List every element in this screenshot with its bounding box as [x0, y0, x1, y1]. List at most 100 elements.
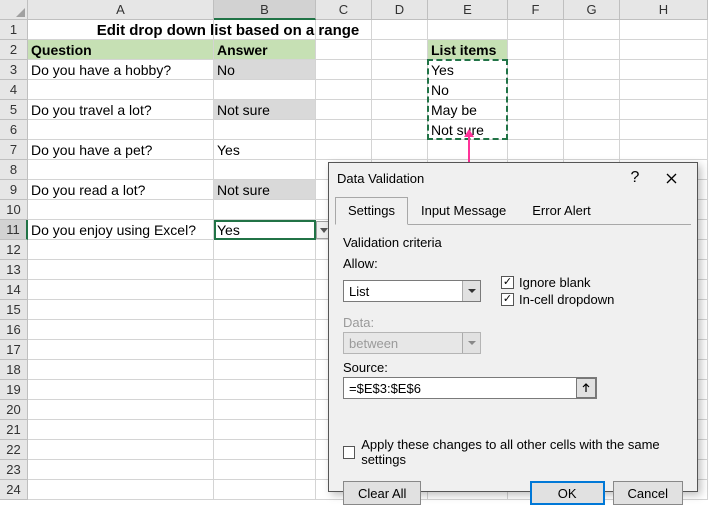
row-header-6[interactable]: 6 [0, 120, 28, 140]
cell-A13[interactable] [28, 260, 214, 280]
cell-H7[interactable] [620, 140, 708, 160]
cell-F2[interactable] [508, 40, 564, 60]
col-header-F[interactable]: F [508, 0, 564, 20]
col-header-G[interactable]: G [564, 0, 620, 20]
col-header-E[interactable]: E [428, 0, 508, 20]
cell-D3[interactable] [372, 60, 428, 80]
collapse-dialog-button[interactable] [576, 378, 596, 398]
cell-H1[interactable] [620, 20, 708, 40]
source-input[interactable]: =$E$3:$E$6 [343, 377, 597, 399]
cell-B24[interactable] [214, 480, 316, 500]
cell-B20[interactable] [214, 400, 316, 420]
cell-F6[interactable] [508, 120, 564, 140]
col-header-B[interactable]: B [214, 0, 316, 20]
cell-B1[interactable] [214, 20, 316, 40]
row-header-11[interactable]: 11 [0, 220, 28, 240]
cell-B8[interactable] [214, 160, 316, 180]
cell-B14[interactable] [214, 280, 316, 300]
col-header-A[interactable]: A [28, 0, 214, 20]
cell-C2[interactable] [316, 40, 372, 60]
cell-C3[interactable] [316, 60, 372, 80]
cell-A11[interactable]: Do you enjoy using Excel? [28, 220, 214, 240]
cell-B7[interactable]: Yes [214, 140, 316, 160]
apply-all-checkbox[interactable]: Apply these changes to all other cells w… [343, 437, 683, 467]
cell-D6[interactable] [372, 120, 428, 140]
ignore-blank-checkbox[interactable]: ✓Ignore blank [501, 275, 614, 290]
cell-B2[interactable]: Answer [214, 40, 316, 60]
allow-combo[interactable]: List [343, 280, 481, 302]
tab-settings[interactable]: Settings [335, 197, 408, 225]
cell-G6[interactable] [564, 120, 620, 140]
cell-C7[interactable] [316, 140, 372, 160]
ok-button[interactable]: OK [530, 481, 605, 505]
cell-B23[interactable] [214, 460, 316, 480]
row-header-5[interactable]: 5 [0, 100, 28, 120]
cell-G5[interactable] [564, 100, 620, 120]
row-header-8[interactable]: 8 [0, 160, 28, 180]
cell-A4[interactable] [28, 80, 214, 100]
cell-D7[interactable] [372, 140, 428, 160]
row-header-22[interactable]: 22 [0, 440, 28, 460]
cell-A23[interactable] [28, 460, 214, 480]
row-header-7[interactable]: 7 [0, 140, 28, 160]
cell-B16[interactable] [214, 320, 316, 340]
cell-B11[interactable]: Yes [214, 220, 316, 240]
cell-B21[interactable] [214, 420, 316, 440]
cell-F4[interactable] [508, 80, 564, 100]
cell-D4[interactable] [372, 80, 428, 100]
cell-A6[interactable] [28, 120, 214, 140]
row-header-4[interactable]: 4 [0, 80, 28, 100]
help-button[interactable]: ? [617, 164, 653, 192]
row-header-24[interactable]: 24 [0, 480, 28, 500]
cell-D5[interactable] [372, 100, 428, 120]
cell-E4[interactable]: No [428, 80, 508, 100]
cell-B22[interactable] [214, 440, 316, 460]
row-header-19[interactable]: 19 [0, 380, 28, 400]
cell-B6[interactable] [214, 120, 316, 140]
cell-A20[interactable] [28, 400, 214, 420]
cell-D2[interactable] [372, 40, 428, 60]
cancel-button[interactable]: Cancel [613, 481, 683, 505]
cell-B9[interactable]: Not sure [214, 180, 316, 200]
cell-E5[interactable]: May be [428, 100, 508, 120]
row-header-18[interactable]: 18 [0, 360, 28, 380]
cell-B19[interactable] [214, 380, 316, 400]
cell-H6[interactable] [620, 120, 708, 140]
cell-A12[interactable] [28, 240, 214, 260]
cell-C1[interactable] [316, 20, 372, 40]
dialog-titlebar[interactable]: Data Validation ? [329, 163, 697, 193]
cell-G4[interactable] [564, 80, 620, 100]
cell-A9[interactable]: Do you read a lot? [28, 180, 214, 200]
cell-B10[interactable] [214, 200, 316, 220]
cell-B4[interactable] [214, 80, 316, 100]
cell-A10[interactable] [28, 200, 214, 220]
row-header-17[interactable]: 17 [0, 340, 28, 360]
row-header-3[interactable]: 3 [0, 60, 28, 80]
row-header-12[interactable]: 12 [0, 240, 28, 260]
cell-F1[interactable] [508, 20, 564, 40]
cell-G7[interactable] [564, 140, 620, 160]
row-header-14[interactable]: 14 [0, 280, 28, 300]
row-header-9[interactable]: 9 [0, 180, 28, 200]
cell-H2[interactable] [620, 40, 708, 60]
cell-A1[interactable] [28, 20, 214, 40]
cell-A22[interactable] [28, 440, 214, 460]
row-header-21[interactable]: 21 [0, 420, 28, 440]
cell-C6[interactable] [316, 120, 372, 140]
cell-C4[interactable] [316, 80, 372, 100]
cell-A18[interactable] [28, 360, 214, 380]
cell-C5[interactable] [316, 100, 372, 120]
cell-A5[interactable]: Do you travel a lot? [28, 100, 214, 120]
cell-A17[interactable] [28, 340, 214, 360]
cell-G1[interactable] [564, 20, 620, 40]
row-header-16[interactable]: 16 [0, 320, 28, 340]
cell-G3[interactable] [564, 60, 620, 80]
cell-B17[interactable] [214, 340, 316, 360]
cell-B5[interactable]: Not sure [214, 100, 316, 120]
cell-H5[interactable] [620, 100, 708, 120]
cell-F3[interactable] [508, 60, 564, 80]
cell-E1[interactable] [428, 20, 508, 40]
cell-A16[interactable] [28, 320, 214, 340]
clear-all-button[interactable]: Clear All [343, 481, 421, 505]
cell-A3[interactable]: Do you have a hobby? [28, 60, 214, 80]
